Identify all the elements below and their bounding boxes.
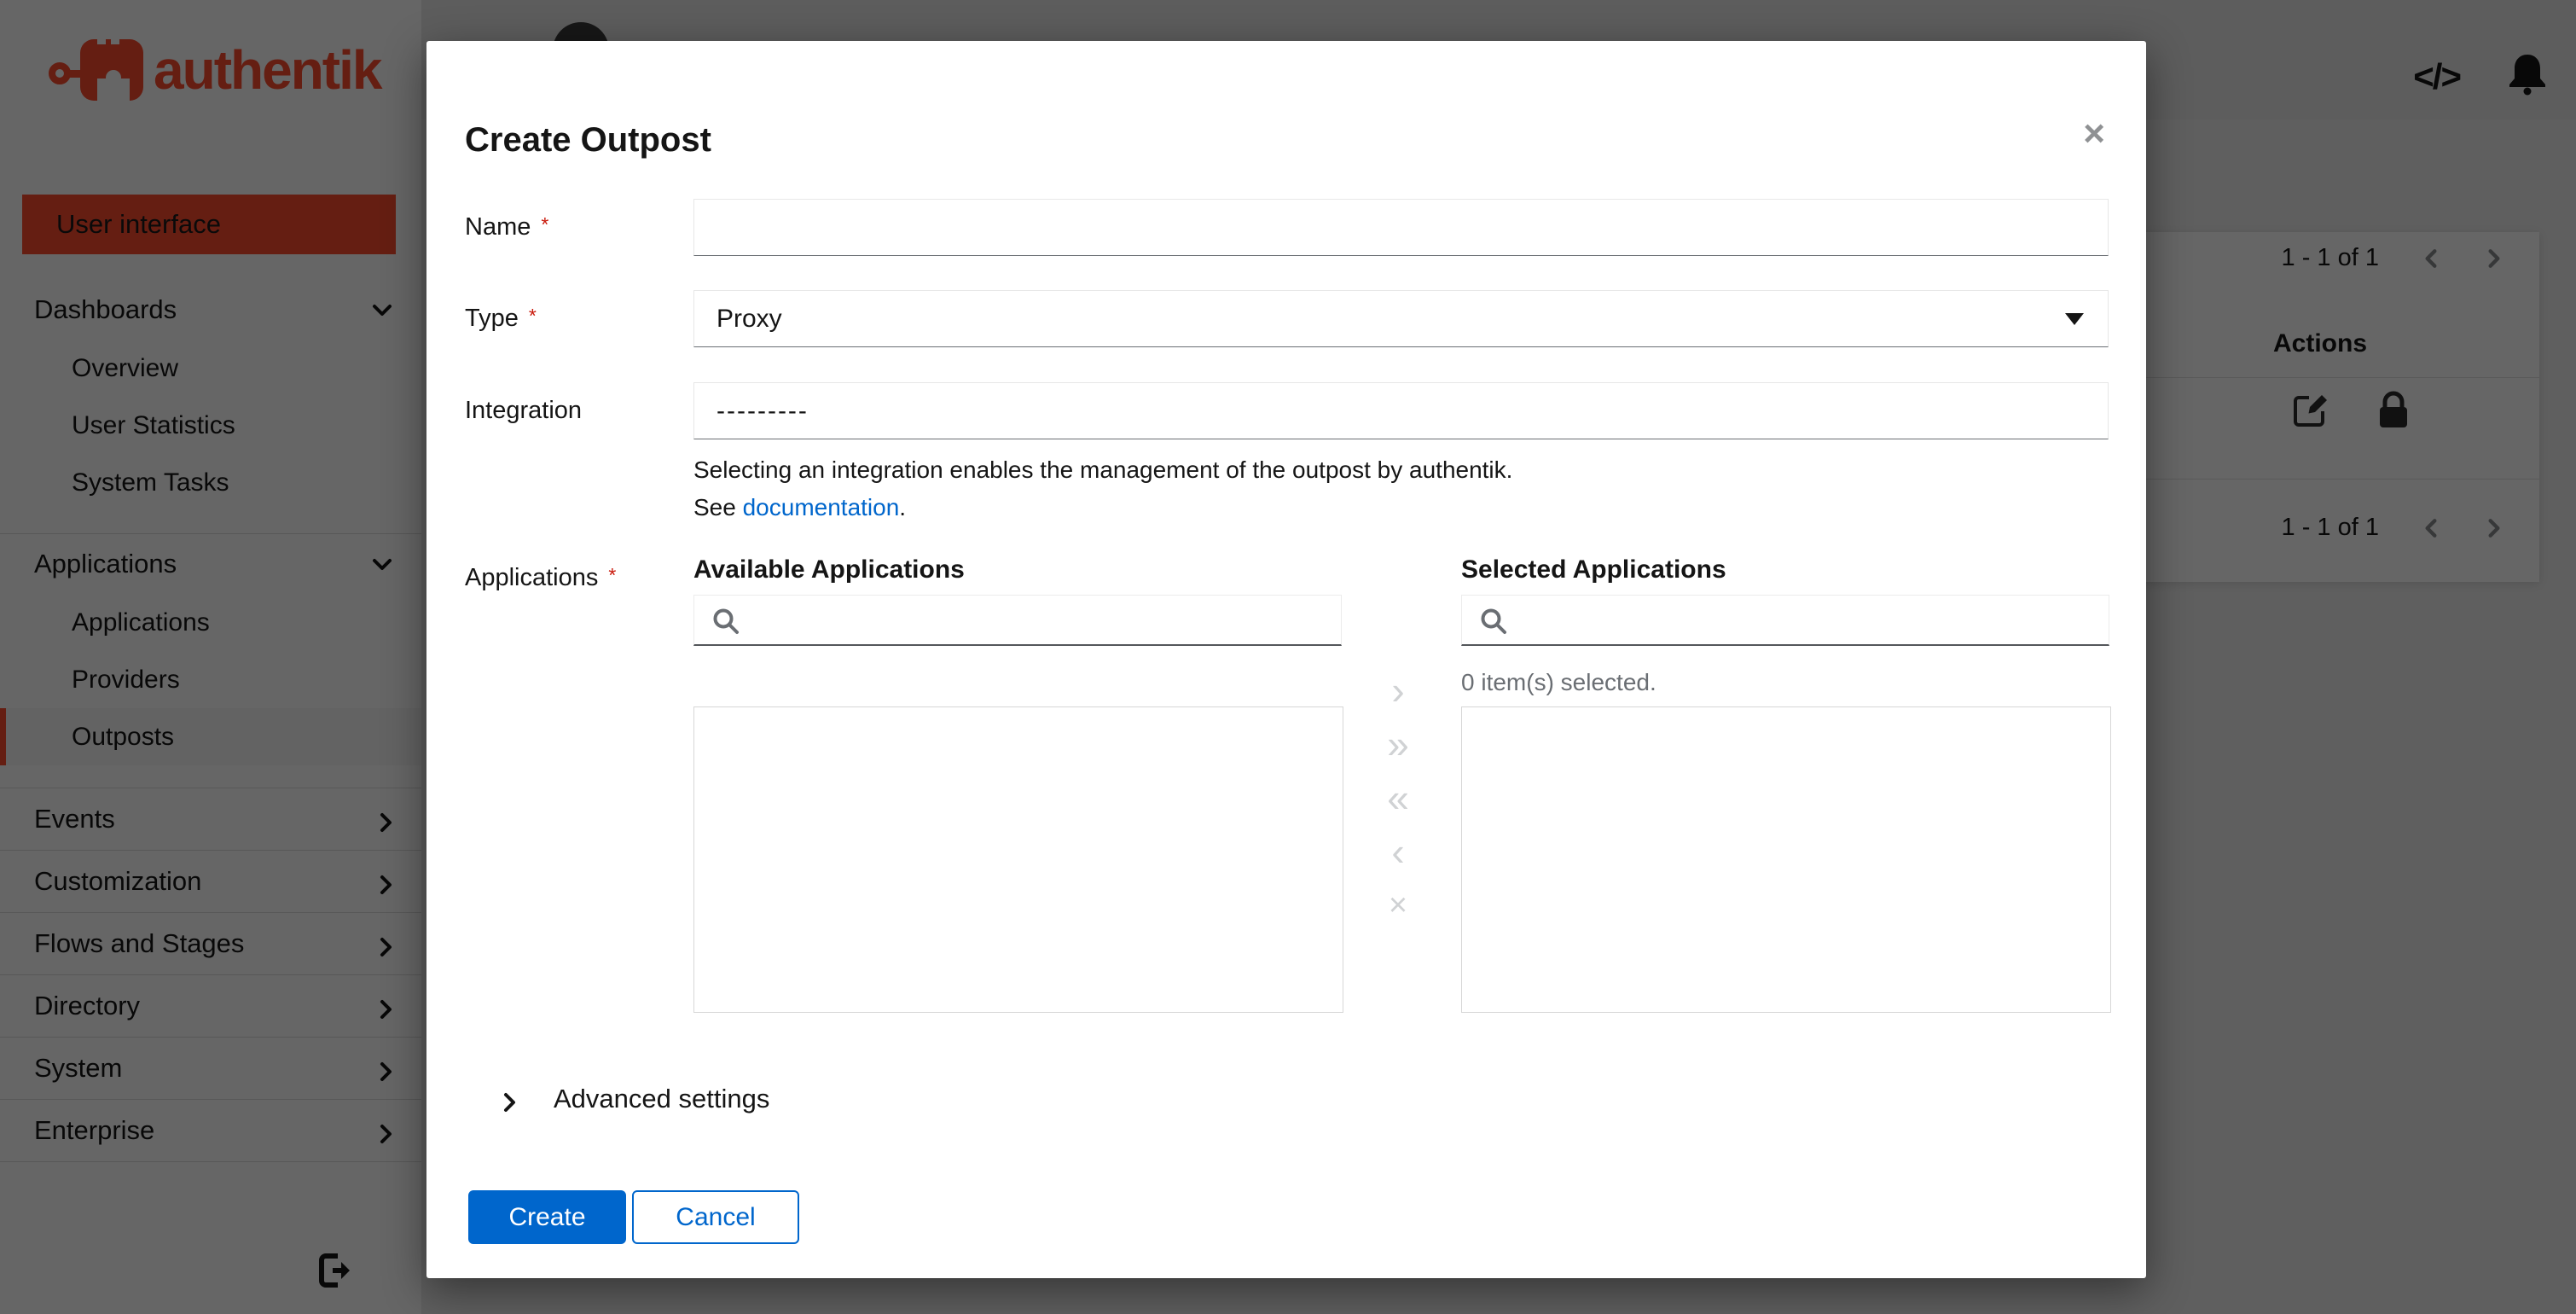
label-text: Applications — [465, 564, 599, 591]
name-label: Name * — [465, 213, 548, 241]
add-all-icon[interactable]: » — [1361, 718, 1435, 771]
modal-title: Create Outpost — [465, 121, 711, 159]
label-text: Integration — [465, 397, 583, 424]
available-search-input[interactable] — [754, 599, 1336, 641]
selected-search — [1461, 595, 2109, 646]
label-text: Name — [465, 213, 531, 241]
search-icon — [1481, 608, 1506, 634]
type-select[interactable]: Proxy — [693, 290, 2109, 347]
integration-select[interactable]: --------- — [693, 382, 2109, 439]
add-selected-icon[interactable]: › — [1361, 664, 1435, 718]
close-icon[interactable]: × — [2078, 114, 2110, 154]
available-search — [693, 595, 1342, 646]
advanced-settings-toggle[interactable]: Advanced settings — [499, 1082, 769, 1116]
integration-help-link-line: See documentation. — [693, 493, 906, 522]
help-period: . — [899, 494, 907, 520]
dual-list-controls: › » « ‹ × — [1361, 664, 1435, 933]
cancel-button[interactable]: Cancel — [632, 1190, 799, 1244]
available-applications-title: Available Applications — [693, 555, 965, 584]
required-asterisk: * — [608, 564, 617, 586]
advanced-settings-label: Advanced settings — [554, 1084, 770, 1113]
search-icon — [713, 608, 739, 634]
remove-all-icon[interactable]: « — [1361, 771, 1435, 825]
create-outpost-modal: Create Outpost × Name * Type * Proxy Integ… — [426, 41, 2146, 1278]
remove-selected-icon[interactable]: ‹ — [1361, 825, 1435, 879]
selected-applications-title: Selected Applications — [1461, 555, 1726, 584]
label-text: Type — [465, 305, 519, 332]
caret-down-icon — [2065, 312, 2084, 325]
create-button[interactable]: Create — [468, 1190, 626, 1244]
help-see-text: See — [693, 494, 743, 520]
applications-label: Applications * — [465, 564, 616, 592]
name-field[interactable] — [693, 199, 2109, 256]
integration-select-value: --------- — [717, 396, 809, 425]
clear-selection-icon[interactable]: × — [1361, 879, 1435, 933]
required-asterisk: * — [541, 213, 549, 235]
chevron-right-icon — [499, 1089, 519, 1112]
selected-count: 0 item(s) selected. — [1461, 669, 1656, 695]
screen: </> 1 - 1 of 1 Actions — [0, 0, 2576, 1314]
integration-label: Integration — [465, 397, 582, 425]
integration-help-text: Selecting an integration enables the man… — [693, 456, 1513, 483]
required-asterisk: * — [528, 305, 537, 327]
documentation-link[interactable]: documentation — [743, 494, 900, 520]
type-label: Type * — [465, 305, 537, 333]
selected-search-input[interactable] — [1522, 599, 2103, 641]
modal-footer: Create Cancel — [468, 1190, 799, 1244]
type-select-value: Proxy — [717, 304, 782, 333]
available-applications-list[interactable] — [693, 706, 1343, 1013]
selected-applications-list[interactable] — [1461, 706, 2111, 1013]
